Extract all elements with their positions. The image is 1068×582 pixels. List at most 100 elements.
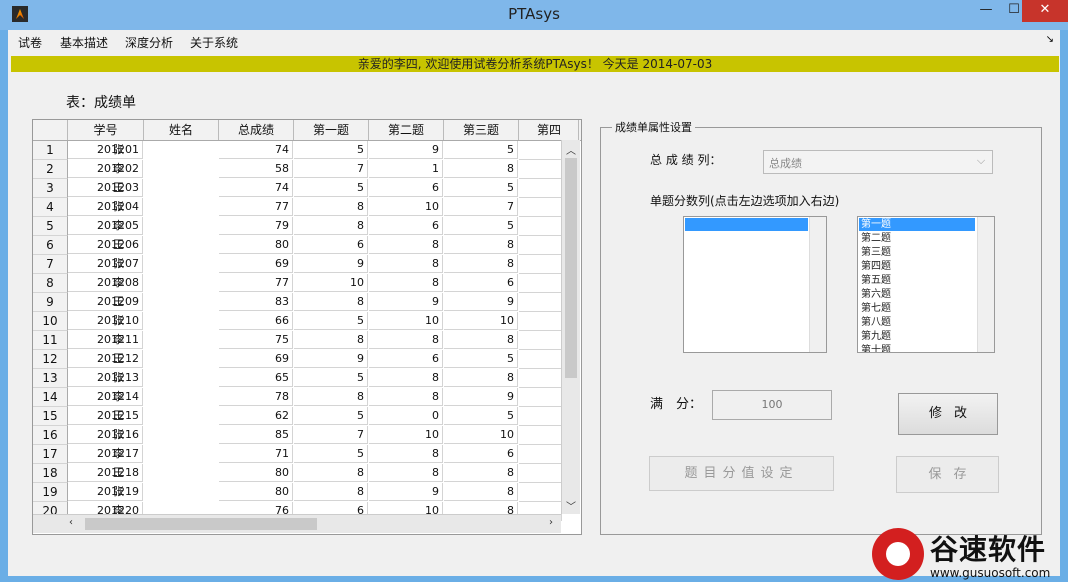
table-cell[interactable]: 78 <box>219 388 293 406</box>
table-row[interactable]: 19 201219 张 80 8 9 8 <box>33 483 562 502</box>
scroll-right-icon[interactable]: › <box>549 517 553 528</box>
table-cell[interactable]: 8 <box>444 369 518 387</box>
table-cell[interactable]: 75 <box>219 331 293 349</box>
table-cell[interactable]: 王 <box>111 293 185 311</box>
table-cell[interactable]: 5 <box>294 179 368 197</box>
table-cell[interactable]: 0 <box>369 407 443 425</box>
table-cell[interactable] <box>519 255 562 274</box>
table-cell[interactable]: 8 <box>444 331 518 349</box>
table-cell[interactable]: 李 <box>111 388 185 406</box>
table-cell[interactable]: 65 <box>219 369 293 387</box>
table-cell[interactable] <box>519 179 562 198</box>
table-cell[interactable]: 8 <box>369 236 443 254</box>
table-row[interactable]: 9 201209 王 83 8 9 9 <box>33 293 562 312</box>
table-cell[interactable]: 9 <box>444 293 518 311</box>
scroll-up-icon[interactable]: ︿ <box>566 142 576 157</box>
right-list-option[interactable]: 第九题 <box>861 330 891 343</box>
table-cell[interactable]: 7 <box>444 198 518 216</box>
table-cell[interactable]: 10 <box>369 426 443 444</box>
table-cell[interactable]: 8 <box>444 464 518 482</box>
scroll-down-icon[interactable]: ﹀ <box>566 498 576 513</box>
table-cell[interactable] <box>519 369 562 388</box>
table-cell[interactable]: 77 <box>219 274 293 292</box>
left-list-scrollbar[interactable] <box>809 217 826 352</box>
total-column-select[interactable]: 总成绩 ⌵ <box>763 150 993 174</box>
table-cell[interactable]: 张 <box>111 483 185 501</box>
table-cell[interactable]: 5 <box>444 179 518 197</box>
table-cell[interactable]: 张 <box>111 312 185 330</box>
table-cell[interactable]: 王 <box>111 464 185 482</box>
table-cell[interactable]: 10 <box>444 312 518 330</box>
table-cell[interactable]: 62 <box>219 407 293 425</box>
table-cell[interactable]: 1 <box>369 160 443 178</box>
table-cell[interactable] <box>519 331 562 350</box>
header-name[interactable]: 姓名 <box>144 120 219 140</box>
right-list-option[interactable]: 第六题 <box>861 288 891 301</box>
table-cell[interactable]: 7 <box>294 160 368 178</box>
header-total[interactable]: 总成绩 <box>219 120 294 140</box>
vertical-scrollbar[interactable]: ︿ ﹀ <box>561 140 580 514</box>
table-cell[interactable]: 66 <box>219 312 293 330</box>
table-cell[interactable]: 8 <box>369 331 443 349</box>
table-row[interactable]: 11 201211 李 75 8 8 8 <box>33 331 562 350</box>
table-cell[interactable]: 6 <box>444 274 518 292</box>
table-cell[interactable]: 5 <box>444 217 518 235</box>
table-cell[interactable]: 王 <box>111 350 185 368</box>
table-cell[interactable]: 6 <box>369 217 443 235</box>
table-cell[interactable]: 8 <box>444 255 518 273</box>
table-cell[interactable]: 77 <box>219 198 293 216</box>
table-cell[interactable]: 8 <box>369 388 443 406</box>
table-cell[interactable] <box>519 445 562 464</box>
table-cell[interactable]: 5 <box>294 407 368 425</box>
table-row[interactable]: 16 201216 张 85 7 10 10 <box>33 426 562 445</box>
table-cell[interactable]: 7 <box>294 426 368 444</box>
menu-basic-description[interactable]: 基本描述 <box>60 34 108 51</box>
table-cell[interactable] <box>519 141 562 160</box>
table-cell[interactable]: 58 <box>219 160 293 178</box>
table-row[interactable]: 3 201203 王 74 5 6 5 <box>33 179 562 198</box>
table-cell[interactable]: 8 <box>444 236 518 254</box>
table-cell[interactable]: 5 <box>294 445 368 463</box>
right-list-option[interactable]: 第三题 <box>861 246 891 259</box>
table-cell[interactable]: 6 <box>369 350 443 368</box>
table-cell[interactable] <box>519 274 562 293</box>
table-cell[interactable]: 8 <box>369 274 443 292</box>
table-cell[interactable]: 8 <box>369 369 443 387</box>
save-button[interactable]: 保存 <box>896 456 999 493</box>
table-cell[interactable]: 74 <box>219 179 293 197</box>
table-cell[interactable]: 79 <box>219 217 293 235</box>
table-cell[interactable]: 6 <box>294 236 368 254</box>
table-cell[interactable]: 8 <box>294 198 368 216</box>
table-row[interactable]: 10 201210 张 66 5 10 10 <box>33 312 562 331</box>
table-cell[interactable]: 83 <box>219 293 293 311</box>
menu-deep-analysis[interactable]: 深度分析 <box>125 34 173 51</box>
table-cell[interactable]: 80 <box>219 236 293 254</box>
right-list-option[interactable]: 第八题 <box>861 316 891 329</box>
full-score-field[interactable]: 100 <box>712 390 832 420</box>
table-cell[interactable]: 69 <box>219 255 293 273</box>
scroll-left-icon[interactable]: ‹ <box>69 517 73 528</box>
table-cell[interactable] <box>519 293 562 312</box>
header-q1[interactable]: 第一题 <box>294 120 369 140</box>
right-list-scrollbar[interactable] <box>977 217 994 352</box>
menu-about-system[interactable]: 关于系统 <box>190 34 238 51</box>
table-cell[interactable]: 张 <box>111 141 185 159</box>
right-list-option[interactable]: 第十题 <box>861 344 891 352</box>
table-cell[interactable]: 9 <box>369 293 443 311</box>
table-cell[interactable]: 张 <box>111 198 185 216</box>
vertical-scroll-thumb[interactable] <box>565 158 577 378</box>
table-cell[interactable]: 69 <box>219 350 293 368</box>
table-cell[interactable]: 张 <box>111 255 185 273</box>
table-cell[interactable]: 74 <box>219 141 293 159</box>
header-q3[interactable]: 第三题 <box>444 120 519 140</box>
table-cell[interactable]: 80 <box>219 464 293 482</box>
table-row[interactable]: 4 201204 张 77 8 10 7 <box>33 198 562 217</box>
table-cell[interactable]: 80 <box>219 483 293 501</box>
table-cell[interactable] <box>519 350 562 369</box>
table-cell[interactable]: 5 <box>444 350 518 368</box>
table-cell[interactable]: 王 <box>111 179 185 197</box>
table-cell[interactable]: 张 <box>111 369 185 387</box>
table-row[interactable]: 1 201201 张 74 5 9 5 <box>33 141 562 160</box>
table-cell[interactable]: 8 <box>369 255 443 273</box>
menu-exam[interactable]: 试卷 <box>18 34 42 51</box>
